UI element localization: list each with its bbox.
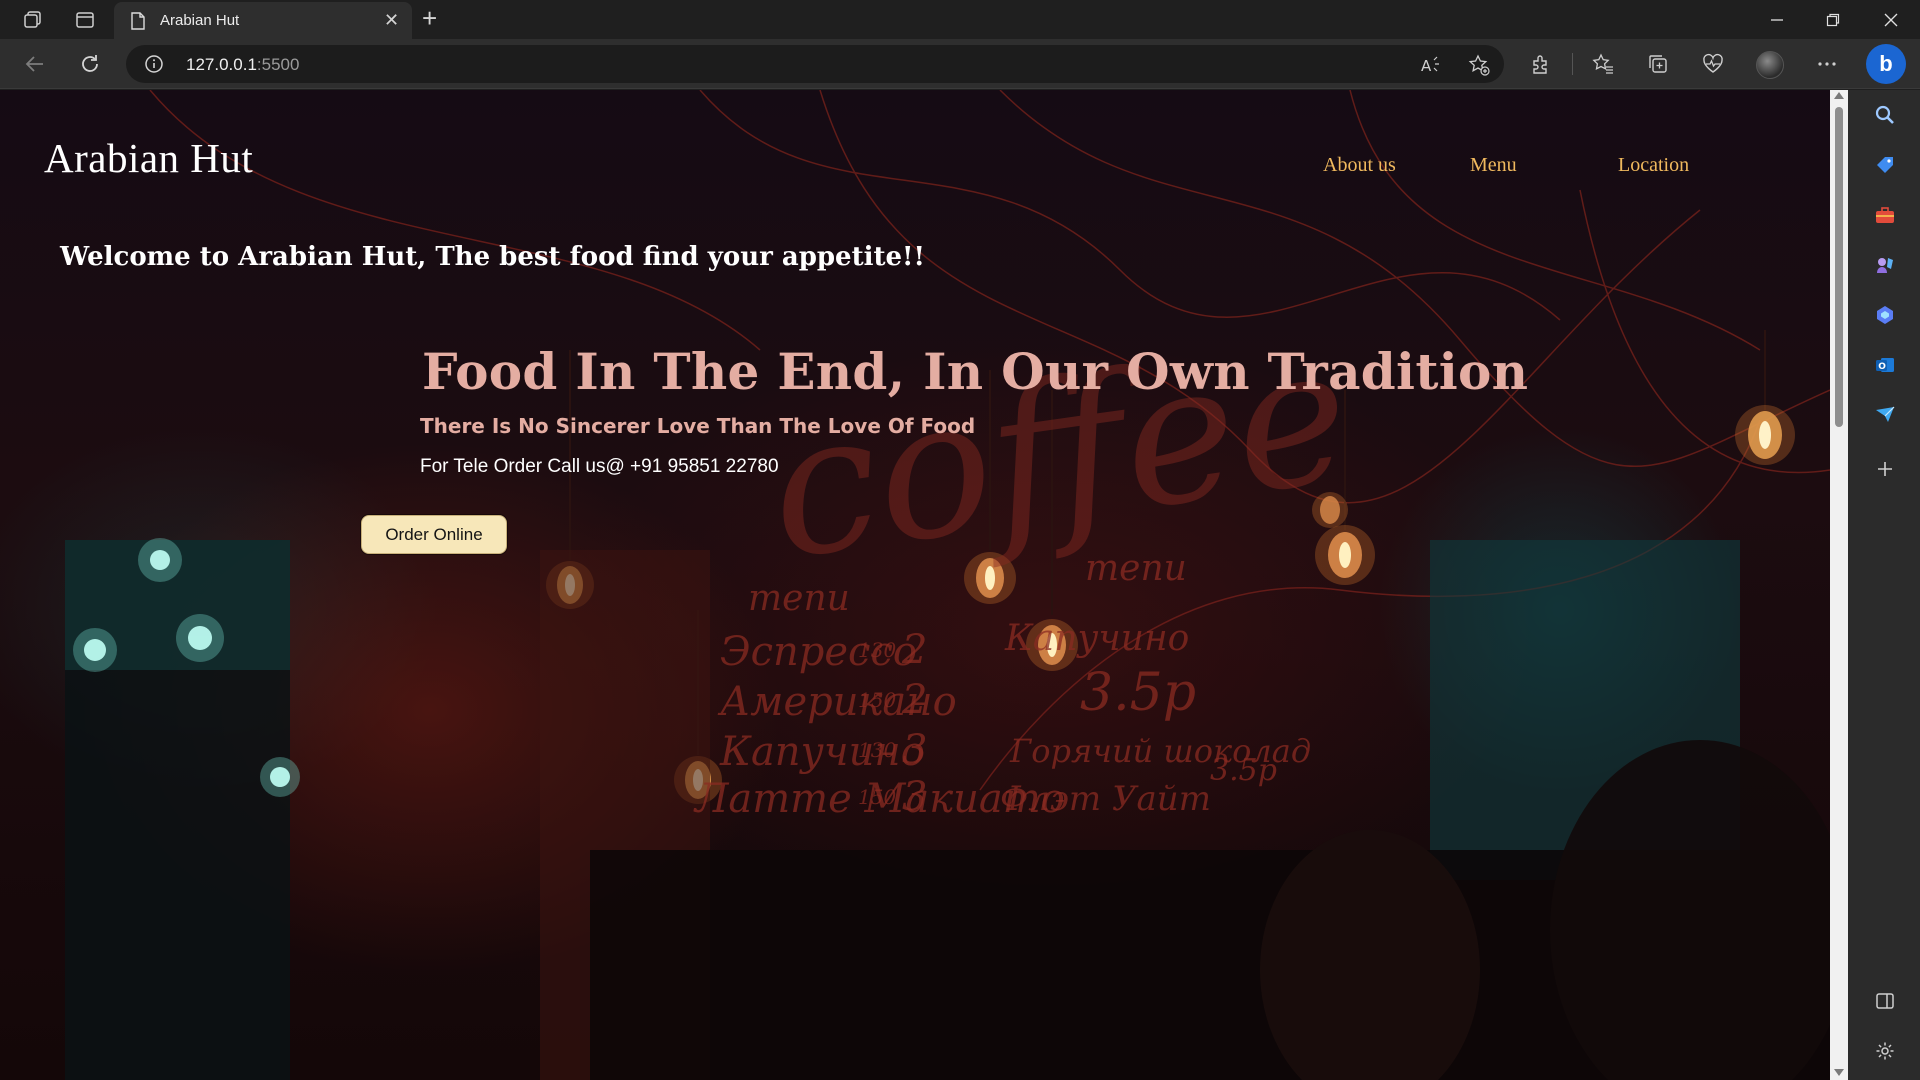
read-aloud-icon[interactable]: A (1420, 54, 1442, 76)
site-logo[interactable]: Arabian Hut (44, 134, 253, 182)
signage-menu-item: Капучино (1004, 618, 1189, 659)
copilot-sidebar-icon[interactable] (1872, 302, 1898, 328)
page-viewport: coffee menu menu Эспрессо Американо Капучино Л… (0, 90, 1830, 1080)
search-icon[interactable] (1872, 102, 1898, 128)
new-tab-button[interactable]: + (422, 5, 437, 31)
extensions-icon[interactable] (1528, 51, 1554, 77)
scroll-up-arrow-icon[interactable] (1834, 92, 1844, 99)
address-host: 127.0.0.1 (186, 55, 257, 74)
minimize-icon[interactable] (1762, 8, 1792, 32)
tele-order-phone: For Tele Order Call us@ +91 95851 22780 (420, 456, 779, 477)
document-icon (130, 12, 146, 35)
signage-price-value: 2 (901, 627, 927, 673)
toolbar-divider (1572, 53, 1573, 75)
nav-location[interactable]: Location (1618, 154, 1689, 177)
signage-menu-label: menu (748, 578, 850, 619)
signage-price-value: 3 (902, 774, 927, 820)
workspaces-icon[interactable] (20, 7, 46, 33)
favorites-icon[interactable] (1590, 51, 1616, 77)
outlook-icon[interactable]: O (1872, 352, 1898, 378)
tools-briefcase-icon[interactable] (1872, 202, 1898, 228)
svg-text:O: O (1878, 362, 1886, 372)
signage-price-value: 2 (901, 677, 927, 723)
add-favorite-icon[interactable] (1468, 54, 1490, 76)
info-icon[interactable] (144, 54, 164, 79)
address-url[interactable]: 127.0.0.1:5500 (186, 55, 299, 75)
add-icon[interactable] (1872, 456, 1898, 482)
browser-tab-bar: Arabian Hut ✕ + (0, 0, 1920, 39)
close-tab-icon[interactable]: ✕ (384, 11, 399, 29)
nav-menu[interactable]: Menu (1470, 154, 1517, 177)
address-port: :5500 (256, 55, 300, 74)
scroll-thumb[interactable] (1835, 107, 1843, 427)
signage-price-value: 3.5р (1080, 663, 1196, 723)
order-online-button[interactable]: Order Online (361, 515, 507, 554)
hero-subtitle: There Is No Sincerer Love Than The Love … (420, 414, 976, 438)
signage-price-value: 3.5р (1210, 753, 1277, 788)
signage-price-tag: 130 (858, 738, 896, 762)
copilot-icon[interactable]: b (1866, 44, 1906, 84)
close-window-icon[interactable] (1876, 8, 1906, 32)
settings-icon[interactable] (1872, 1038, 1898, 1064)
scroll-down-arrow-icon[interactable] (1834, 1069, 1844, 1076)
signage-menu-item: Флэт Уайт (1000, 779, 1211, 819)
address-bar[interactable]: 127.0.0.1:5500 A (126, 45, 1504, 83)
tab-actions-icon[interactable] (72, 7, 98, 33)
hero-title: Food In The End, In Our Own Tradition (422, 342, 1529, 401)
edge-sidebar: O (1848, 90, 1920, 1080)
tab-title: Arabian Hut (160, 12, 240, 29)
games-icon[interactable] (1872, 252, 1898, 278)
send-icon[interactable] (1872, 402, 1898, 428)
signage-price-tag: 130 (858, 638, 896, 662)
cafe-background-image: coffeemenumenuЭспрессоАмериканоКапучиноЛ… (65, 90, 1830, 1080)
refresh-icon[interactable] (75, 49, 105, 79)
signage-price-tag: 150 (858, 785, 896, 809)
split-screen-icon[interactable] (1872, 988, 1898, 1014)
signage-price-tag: 150 (858, 688, 896, 712)
signage-price-value: 3 (902, 727, 927, 773)
browser-toolbar: 127.0.0.1:5500 A b (0, 39, 1920, 89)
shopping-tag-icon[interactable] (1872, 152, 1898, 178)
page-scrollbar[interactable] (1830, 90, 1848, 1080)
svg-text:A: A (1421, 57, 1432, 75)
more-icon[interactable] (1814, 51, 1840, 77)
signage-menu-label: menu (1085, 548, 1187, 589)
copilot-glyph: b (1879, 51, 1893, 76)
restore-icon[interactable] (1818, 8, 1848, 32)
browser-essentials-icon[interactable] (1700, 51, 1726, 77)
profile-avatar[interactable] (1756, 51, 1784, 79)
tab-arabian-hut[interactable]: Arabian Hut ✕ (114, 2, 412, 39)
welcome-heading: Welcome to Arabian Hut, The best food fi… (60, 242, 925, 272)
back-arrow-icon[interactable] (20, 49, 50, 79)
nav-about-us[interactable]: About us (1323, 154, 1396, 177)
collections-icon[interactable] (1645, 51, 1671, 77)
